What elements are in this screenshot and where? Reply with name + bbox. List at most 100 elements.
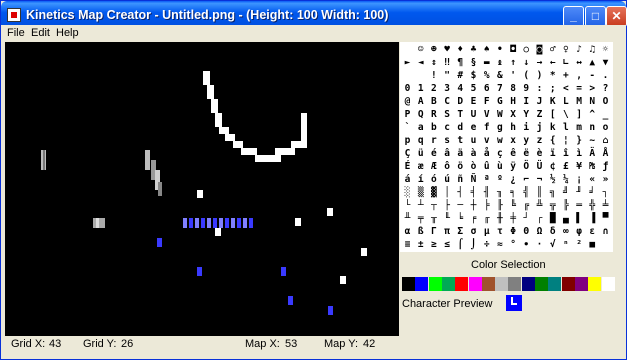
charset-glyph[interactable]: ₧: [586, 160, 599, 173]
charset-glyph[interactable]: à: [467, 147, 480, 160]
color-swatch[interactable]: [588, 277, 602, 291]
charset-glyph[interactable]: y: [520, 134, 533, 147]
menu-help[interactable]: Help: [56, 27, 79, 39]
charset-glyph[interactable]: Θ: [520, 225, 533, 238]
charset-glyph[interactable]: ;: [546, 82, 559, 95]
charset-glyph[interactable]: ü: [414, 147, 427, 160]
charset-glyph[interactable]: ☺: [414, 43, 427, 56]
color-swatch[interactable]: [495, 277, 509, 291]
charset-glyph[interactable]: <: [559, 82, 572, 95]
charset-glyph[interactable]: ║: [533, 186, 546, 199]
charset-glyph[interactable]: Z: [533, 108, 546, 121]
charset-glyph[interactable]: G: [493, 95, 506, 108]
charset-glyph[interactable]: 4: [454, 82, 467, 95]
charset-glyph[interactable]: í: [414, 173, 427, 186]
charset-glyph[interactable]: ╧: [599, 199, 612, 212]
charset-glyph[interactable]: I: [520, 95, 533, 108]
charset-glyph[interactable]: →: [533, 56, 546, 69]
charset-glyph[interactable]: ▬: [480, 56, 493, 69]
charset-glyph[interactable]: T: [454, 108, 467, 121]
charset-glyph[interactable]: f: [480, 121, 493, 134]
charset-glyph[interactable]: ┌: [533, 212, 546, 225]
charset-glyph[interactable]: ←: [546, 56, 559, 69]
charset-glyph[interactable]: £: [559, 160, 572, 173]
charset-glyph[interactable]: ~: [586, 134, 599, 147]
charset-glyph[interactable]: u: [467, 134, 480, 147]
charset-glyph[interactable]: E: [467, 95, 480, 108]
charset-glyph[interactable]: ╢: [480, 186, 493, 199]
charset-glyph[interactable]: Φ: [507, 225, 520, 238]
charset-glyph[interactable]: r: [427, 134, 440, 147]
charset-glyph[interactable]: Ö: [520, 160, 533, 173]
charset-glyph[interactable]: z: [533, 134, 546, 147]
charset-glyph[interactable]: ‼: [441, 56, 454, 69]
charset-glyph[interactable]: K: [546, 95, 559, 108]
charset-glyph[interactable]: ù: [493, 160, 506, 173]
charset-glyph[interactable]: ♦: [454, 43, 467, 56]
charset-glyph[interactable]: p: [401, 134, 414, 147]
charset-glyph[interactable]: +: [559, 69, 572, 82]
charset-glyph[interactable]: ╨: [401, 212, 414, 225]
charset-glyph[interactable]: ≥: [427, 238, 440, 251]
charset-glyph[interactable]: 2: [427, 82, 440, 95]
charset-glyph[interactable]: J: [533, 95, 546, 108]
charset-glyph[interactable]: â: [441, 147, 454, 160]
charset-glyph[interactable]: ": [441, 69, 454, 82]
charset-glyph[interactable]: ⌡: [467, 238, 480, 251]
charset-glyph[interactable]: ↔: [573, 56, 586, 69]
map-canvas[interactable]: [5, 42, 399, 336]
charset-glyph[interactable]: ♀: [559, 43, 572, 56]
charset-glyph[interactable]: H: [507, 95, 520, 108]
minimize-button[interactable]: _: [563, 6, 584, 27]
charset-glyph[interactable]: ±: [414, 238, 427, 251]
charset-glyph[interactable]: 9: [520, 82, 533, 95]
charset-glyph[interactable]: ¿: [507, 173, 520, 186]
charset-glyph[interactable]: Ω: [533, 225, 546, 238]
charset-glyph[interactable]: ⁿ: [559, 238, 572, 251]
charset-glyph[interactable]: ª: [480, 173, 493, 186]
charset-glyph[interactable]: ≤: [441, 238, 454, 251]
charset-glyph[interactable]: ╞: [480, 199, 493, 212]
charset-glyph[interactable]: Æ: [427, 160, 440, 173]
charset-glyph[interactable]: ^: [586, 108, 599, 121]
charset-glyph[interactable]: ◄: [414, 56, 427, 69]
charset-glyph[interactable]: 5: [467, 82, 480, 95]
charset-glyph[interactable]: \: [559, 108, 572, 121]
charset-glyph[interactable]: U: [467, 108, 480, 121]
charset-glyph[interactable]: ▌: [573, 212, 586, 225]
charset-glyph[interactable]: ╤: [414, 212, 427, 225]
charset-glyph[interactable]: æ: [414, 160, 427, 173]
charset-glyph[interactable]: é: [427, 147, 440, 160]
charset-glyph[interactable]: ú: [441, 173, 454, 186]
charset-glyph[interactable]: ï: [546, 147, 559, 160]
charset-glyph[interactable]: Q: [414, 108, 427, 121]
charset-glyph[interactable]: m: [573, 121, 586, 134]
charset-glyph[interactable]: ■: [586, 238, 599, 251]
charset-glyph[interactable]: ¢: [546, 160, 559, 173]
charset-glyph[interactable]: w: [493, 134, 506, 147]
charset-glyph[interactable]: ╘: [454, 212, 467, 225]
charset-glyph[interactable]: î: [559, 147, 572, 160]
charset-glyph[interactable]: -: [586, 69, 599, 82]
charset-glyph[interactable]: ƒ: [599, 160, 612, 173]
charset-glyph[interactable]: ╡: [467, 186, 480, 199]
charset-glyph[interactable]: »: [599, 173, 612, 186]
charset-glyph[interactable]: (: [520, 69, 533, 82]
charset-glyph[interactable]: ∟: [559, 56, 572, 69]
charset-glyph[interactable]: ñ: [454, 173, 467, 186]
charset-glyph[interactable]: C: [441, 95, 454, 108]
charset-glyph[interactable]: Γ: [427, 225, 440, 238]
charset-glyph[interactable]: ╠: [559, 199, 572, 212]
charset-glyph[interactable]: b: [427, 121, 440, 134]
charset-glyph[interactable]: ╓: [480, 212, 493, 225]
charset-glyph[interactable]: ↨: [493, 56, 506, 69]
charset-glyph[interactable]: V: [480, 108, 493, 121]
charset-glyph[interactable]: 3: [441, 82, 454, 95]
charset-glyph[interactable]: ⌂: [599, 134, 612, 147]
charset-glyph[interactable]: ╩: [533, 199, 546, 212]
charset-glyph[interactable]: B: [427, 95, 440, 108]
charset-glyph[interactable]: ]: [573, 108, 586, 121]
charset-glyph[interactable]: ♫: [586, 43, 599, 56]
charset-glyph[interactable]: q: [414, 134, 427, 147]
charset-glyph[interactable]: n: [586, 121, 599, 134]
